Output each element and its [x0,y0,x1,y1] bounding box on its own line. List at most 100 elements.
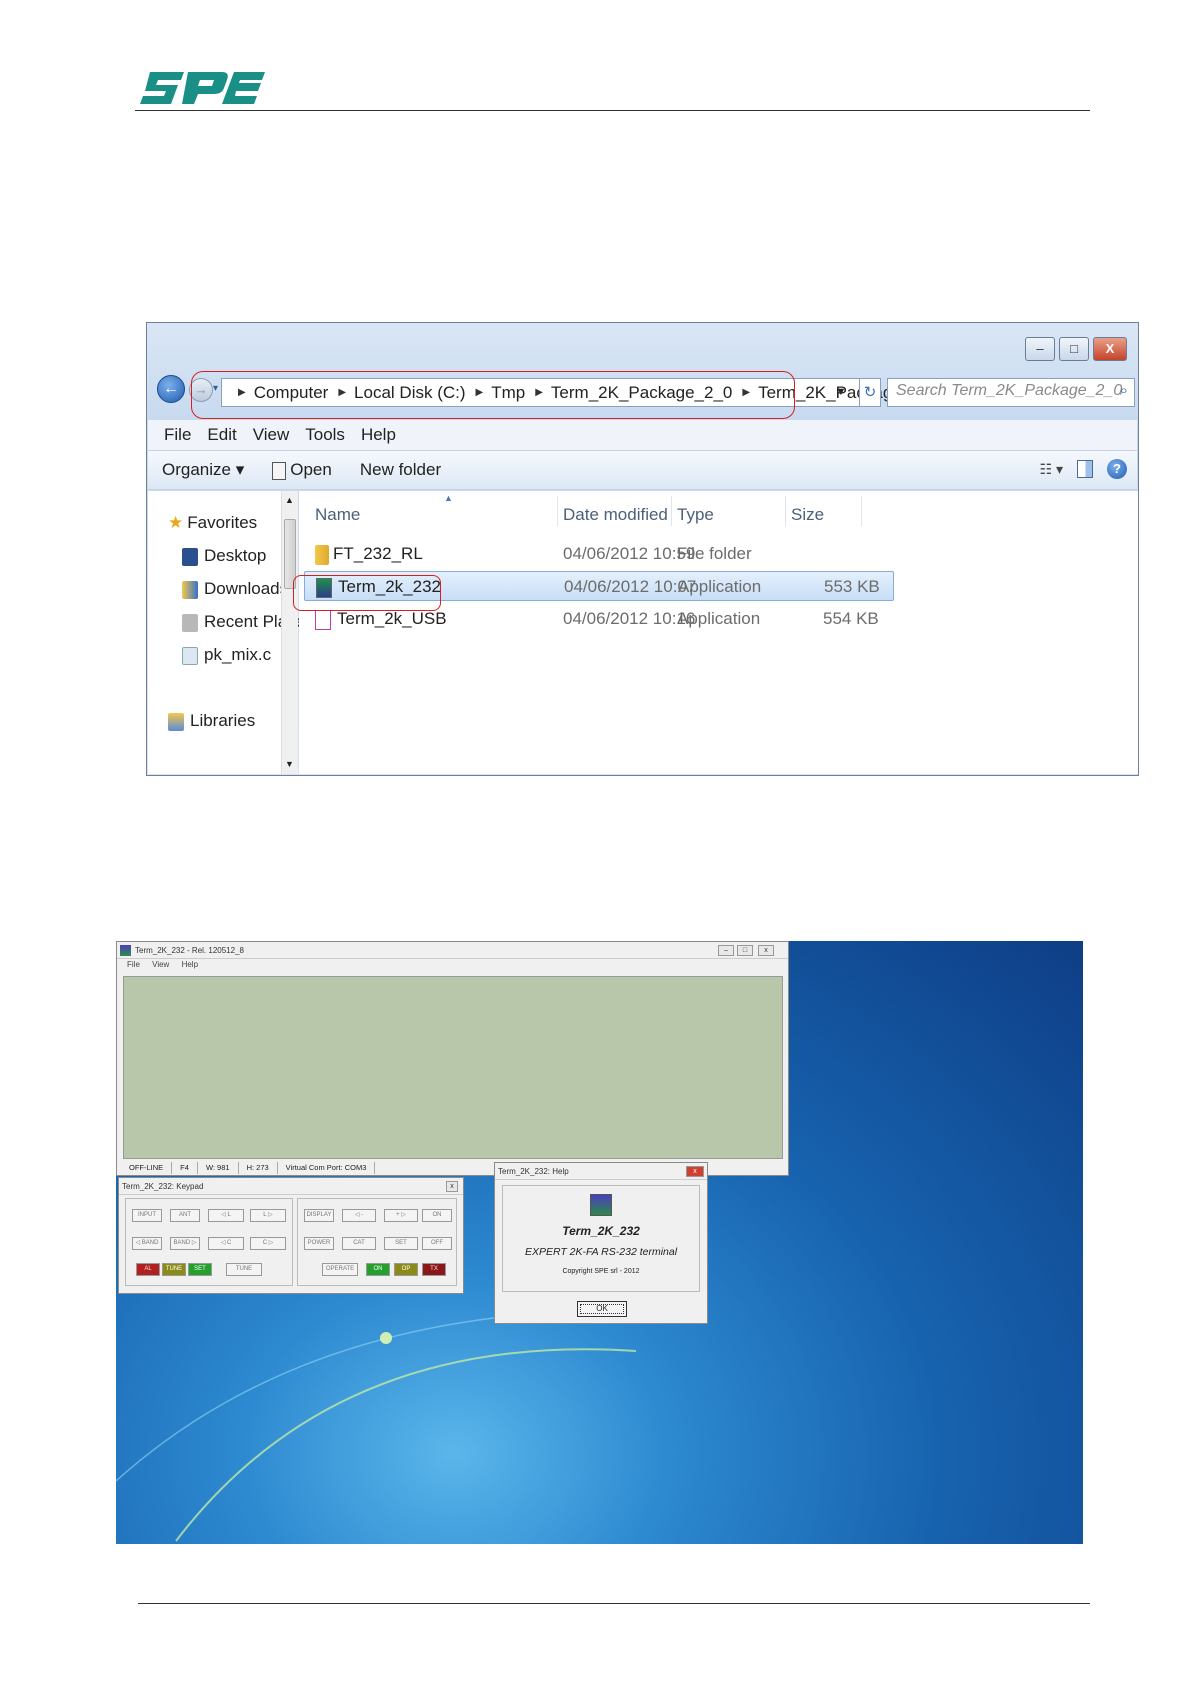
scroll-down-icon[interactable]: ▼ [285,759,294,769]
nav-pk-mix[interactable]: pk_mix.c [182,645,271,665]
open-button[interactable]: Open [272,460,332,480]
column-name[interactable]: Name [315,505,360,525]
help-dialog: Term_2K_232: Help x Term_2K_232 EXPERT 2… [494,1162,708,1324]
command-bar: Organize ▾ Open New folder ☷ ▾ ? [148,450,1137,490]
file-type: Application [677,609,761,628]
ok-button[interactable]: OK [577,1301,627,1317]
usb-application-icon [315,609,331,630]
terminal-display [123,976,783,1159]
maximize-button[interactable]: □ [1059,337,1089,361]
plus-button[interactable]: + ▷ [384,1209,418,1222]
preview-pane-icon[interactable] [1077,460,1093,478]
desktop-icon [182,547,198,566]
view-controls: ☷ ▾ ? [1040,459,1127,479]
band-down-button[interactable]: ◁ BAND [132,1237,162,1250]
search-input[interactable]: Search Term_2K_Package_2_0 ⌕ [887,378,1135,407]
file-date: 04/06/2012 10:59 [563,544,696,563]
tx-indicator: TX [422,1263,446,1276]
desktop-screenshot: Term_2K_232 - Rel. 120512_8 – □ x File V… [116,941,1083,1544]
close-button[interactable]: x [758,945,774,956]
new-folder-button[interactable]: New folder [360,460,441,480]
nav-libraries[interactable]: Libraries [168,711,255,731]
close-button[interactable]: x [446,1181,458,1192]
header-rule [135,110,1090,111]
file-name-label: Term_2k_USB [337,609,447,628]
address-dropdown-icon[interactable]: ▼ [830,378,852,407]
help-titlebar: Term_2K_232: Help x [495,1163,707,1180]
nav-downloads-label: Downloads [204,579,289,598]
close-button[interactable]: X [1093,337,1127,361]
column-size[interactable]: Size [791,505,824,525]
off-button[interactable]: OFF [422,1237,452,1250]
file-type: Application [678,577,762,596]
back-button[interactable]: ← [157,375,185,403]
file-name: Term_2k_USB [315,609,447,630]
file-icon [182,646,198,665]
menu-help[interactable]: Help [361,425,396,445]
minimize-button[interactable]: – [718,945,734,956]
nav-desktop-label: Desktop [204,546,267,565]
app-description: EXPERT 2K-FA RS-232 terminal [524,1246,678,1258]
power-button[interactable]: POWER [304,1237,334,1250]
app-name: Term_2K_232 [562,1224,640,1238]
minus-button[interactable]: ◁ - [342,1209,376,1222]
menu-tools[interactable]: Tools [305,425,345,445]
file-name: FT_232_RL [315,544,423,565]
sort-arrow-icon: ▲ [444,493,453,503]
search-placeholder: Search Term_2K_Package_2_0 [896,382,1123,399]
c-up-button[interactable]: C ▷ [250,1237,286,1250]
footer-rule [138,1603,1090,1604]
column-date-modified[interactable]: Date modified [563,505,668,525]
column-type[interactable]: Type [677,505,714,525]
close-button[interactable]: x [686,1166,704,1177]
address-highlight-annotation [191,371,795,419]
operate-button[interactable]: OPERATE [322,1263,358,1276]
scroll-up-icon[interactable]: ▲ [285,495,294,505]
status-com-port: Virtual Com Port: COM3 [278,1162,376,1174]
maximize-button[interactable]: □ [737,945,753,956]
minimize-button[interactable]: – [1025,337,1055,361]
keypad-title: Term_2K_232: Keypad [122,1182,204,1191]
navigation-pane: ★ Favorites Desktop Downloads Recent Plac… [148,491,314,774]
column-divider [785,496,786,526]
file-list: ▲ Name Date modified Type Size FT_232_RL… [293,491,1138,774]
file-type: File folder [677,544,752,563]
nav-desktop[interactable]: Desktop [182,546,266,566]
menu-file[interactable]: File [127,960,140,969]
star-icon: ★ [168,513,184,532]
nav-favorites[interactable]: ★ Favorites [168,513,257,533]
l-up-button[interactable]: L ▷ [250,1209,286,1222]
keypad-left-group: INPUT ANT ◁ L L ▷ ◁ BAND BAND ▷ ◁ C C ▷ … [125,1198,293,1286]
band-up-button[interactable]: BAND ▷ [170,1237,200,1250]
menu-view[interactable]: View [253,425,290,445]
on-button[interactable]: ON [422,1209,452,1222]
open-icon [272,461,287,480]
set-button[interactable]: SET [384,1237,418,1250]
ant-button[interactable]: ANT [170,1209,200,1222]
input-button[interactable]: INPUT [132,1209,162,1222]
menu-view[interactable]: View [152,960,169,969]
file-row[interactable]: FT_232_RL 04/06/2012 10:59 File folder [304,539,894,569]
status-connection: OFF-LINE [121,1162,173,1174]
display-button[interactable]: DISPLAY [304,1209,334,1222]
nav-downloads[interactable]: Downloads [182,579,288,599]
l-down-button[interactable]: ◁ L [208,1209,244,1222]
menu-file[interactable]: File [164,425,191,445]
c-down-button[interactable]: ◁ C [208,1237,244,1250]
help-title: Term_2K_232: Help [498,1167,569,1176]
refresh-icon[interactable]: ↻ [859,378,881,407]
tune-button[interactable]: TUNE [226,1263,262,1276]
menu-edit[interactable]: Edit [207,425,236,445]
view-options-icon[interactable]: ☷ ▾ [1040,461,1063,478]
search-icon[interactable]: ⌕ [1120,382,1128,399]
downloads-icon [182,580,198,599]
terminal-menu-bar: File View Help [117,960,208,973]
column-divider [557,496,558,526]
nav-pk-mix-label: pk_mix.c [204,645,272,664]
menu-help[interactable]: Help [182,960,198,969]
nav-scrollbar[interactable]: ▲ ▼ [281,491,298,774]
organize-button[interactable]: Organize ▾ [162,460,244,480]
help-icon[interactable]: ? [1107,459,1127,479]
cat-button[interactable]: CAT [342,1237,376,1250]
terminal-title: Term_2K_232 - Rel. 120512_8 [135,946,244,955]
